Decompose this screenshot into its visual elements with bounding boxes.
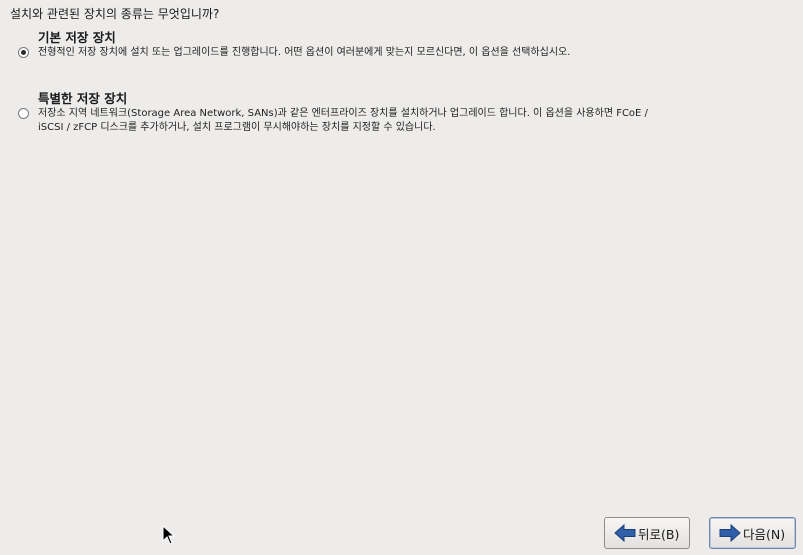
- back-button-label: 뒤로(B): [638, 526, 680, 542]
- arrow-left-icon: [614, 524, 636, 542]
- radio-basic-storage[interactable]: [18, 47, 29, 58]
- option-specialized-storage-description: 저장소 지역 네트워크(Storage Area Network, SANs)과…: [38, 108, 648, 133]
- arrow-right-icon: [719, 524, 741, 542]
- option-basic-storage-title: 기본 저장 장치: [38, 30, 116, 45]
- back-button[interactable]: 뒤로(B): [604, 517, 690, 549]
- option-basic-storage-description: 전형적인 저장 장치에 설치 또는 업그레이드를 진행합니다. 어떤 옵션이 여…: [38, 47, 571, 58]
- radio-selected-dot: [21, 50, 26, 55]
- mouse-pointer-icon: [162, 525, 176, 545]
- option-specialized-storage-title: 특별한 저장 장치: [38, 91, 128, 106]
- next-button[interactable]: 다음(N): [709, 517, 796, 549]
- question-heading: 설치와 관련된 장치의 종류는 무엇입니까?: [10, 7, 220, 21]
- radio-specialized-storage[interactable]: [18, 108, 29, 119]
- next-button-label: 다음(N): [743, 526, 786, 542]
